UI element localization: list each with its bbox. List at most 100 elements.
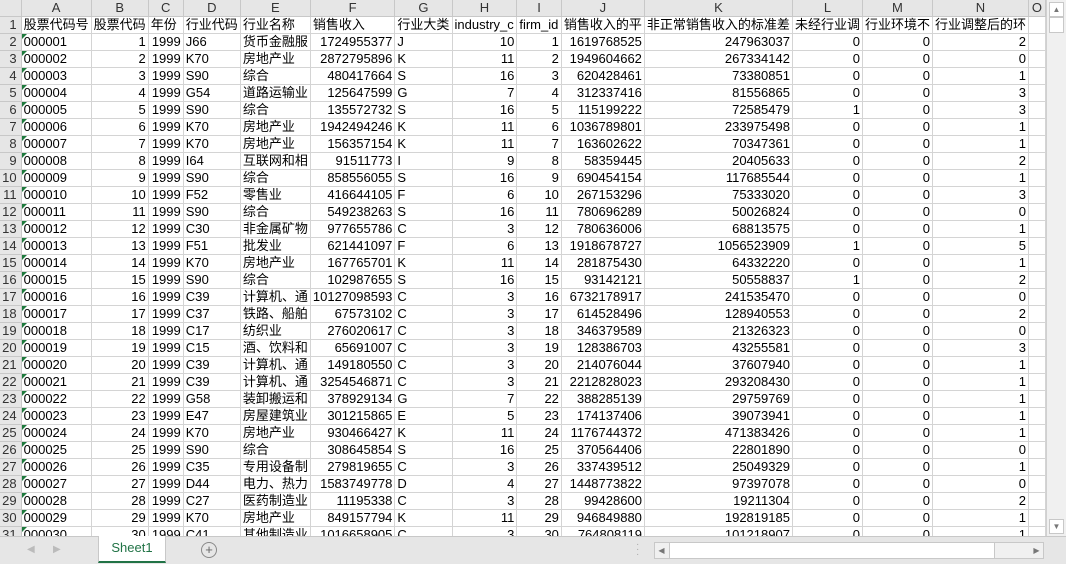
cell[interactable]: 28 [91, 492, 149, 510]
cell[interactable]: 1999 [148, 220, 184, 238]
cell[interactable]: C39 [183, 288, 241, 306]
cell[interactable]: G [394, 84, 453, 102]
cell[interactable]: 0 [932, 203, 1029, 221]
cell[interactable]: 000018 [21, 322, 92, 340]
cell[interactable]: 16 [452, 271, 518, 289]
cell[interactable]: 0 [862, 203, 933, 221]
cell[interactable]: 0 [862, 509, 933, 527]
cell[interactable]: 1 [91, 33, 149, 51]
cell[interactable]: 12 [91, 220, 149, 238]
cell[interactable]: 50026824 [644, 203, 793, 221]
cell[interactable]: 9 [91, 169, 149, 187]
cell[interactable]: 1999 [148, 407, 184, 425]
cell[interactable]: 21326323 [644, 322, 793, 340]
cell[interactable]: 301215865 [310, 407, 396, 425]
cell[interactable]: 29 [91, 509, 149, 527]
cell[interactable]: 5 [516, 101, 562, 119]
cell[interactable]: 281875430 [561, 254, 645, 272]
cell[interactable] [1028, 169, 1046, 187]
column-header-i[interactable]: I [516, 0, 562, 17]
row-header[interactable]: 28 [0, 475, 22, 493]
cell[interactable] [1028, 33, 1046, 51]
cell[interactable]: 247963037 [644, 33, 793, 51]
cell[interactable]: 0 [862, 441, 933, 459]
cell[interactable]: 43255581 [644, 339, 793, 357]
cell[interactable]: 27 [516, 475, 562, 493]
cell[interactable]: 房地产业 [240, 50, 311, 68]
cell[interactable]: 1999 [148, 492, 184, 510]
cell[interactable]: 房屋建筑业 [240, 407, 311, 425]
cell[interactable]: 5 [932, 237, 1029, 255]
cell[interactable]: 1999 [148, 373, 184, 391]
cell[interactable]: 3 [452, 288, 518, 306]
cell[interactable]: S90 [183, 203, 241, 221]
cell[interactable]: 370564406 [561, 441, 645, 459]
cell[interactable]: 0 [792, 424, 863, 442]
cell[interactable]: 11 [452, 135, 518, 153]
header-cell[interactable]: 年份 [148, 16, 184, 34]
row-header[interactable]: 17 [0, 288, 22, 306]
cell[interactable] [1028, 509, 1046, 527]
cell[interactable]: 0 [792, 118, 863, 136]
cell[interactable]: 0 [862, 339, 933, 357]
cell[interactable]: 10 [452, 33, 518, 51]
vertical-scroll-thumb[interactable] [1049, 17, 1064, 33]
cell[interactable]: 道路运输业 [240, 84, 311, 102]
cell[interactable]: 378929134 [310, 390, 396, 408]
cell[interactable]: 7 [452, 390, 518, 408]
cell[interactable]: 50558837 [644, 271, 793, 289]
column-header-m[interactable]: M [862, 0, 933, 17]
row-header[interactable]: 5 [0, 84, 22, 102]
cell[interactable]: 10 [516, 186, 562, 204]
cell[interactable]: 39073941 [644, 407, 793, 425]
cell[interactable]: 6 [516, 118, 562, 136]
cell[interactable]: 0 [862, 186, 933, 204]
cell[interactable]: 1724955377 [310, 33, 396, 51]
cell[interactable]: 000016 [21, 288, 92, 306]
cell[interactable]: 1 [932, 118, 1029, 136]
cell[interactable]: 388285139 [561, 390, 645, 408]
cell[interactable]: 1 [932, 458, 1029, 476]
cell[interactable]: 电力、热力 [240, 475, 311, 493]
cell[interactable]: 2 [516, 50, 562, 68]
cell[interactable]: 计算机、通 [240, 373, 311, 391]
cell[interactable]: 3 [452, 339, 518, 357]
cell[interactable]: 1999 [148, 339, 184, 357]
cell[interactable]: 68813575 [644, 220, 793, 238]
cell[interactable]: 11 [452, 118, 518, 136]
cell[interactable]: 000008 [21, 152, 92, 170]
cell[interactable]: 000030 [21, 526, 92, 536]
next-sheet-icon[interactable]: ▶ [53, 544, 61, 555]
cell[interactable]: K70 [183, 50, 241, 68]
cell[interactable]: K70 [183, 118, 241, 136]
cell[interactable]: 7 [91, 135, 149, 153]
cell[interactable]: 163602622 [561, 135, 645, 153]
cell[interactable]: 135572732 [310, 101, 396, 119]
cell[interactable]: 货币金融服 [240, 33, 311, 51]
cell[interactable]: 0 [792, 135, 863, 153]
cell[interactable]: 0 [792, 441, 863, 459]
cell[interactable]: 1999 [148, 475, 184, 493]
cell[interactable]: C30 [183, 220, 241, 238]
cell[interactable]: 装卸搬运和 [240, 390, 311, 408]
cell[interactable]: 2 [932, 152, 1029, 170]
cell[interactable]: 1999 [148, 322, 184, 340]
cell[interactable]: K70 [183, 254, 241, 272]
row-header[interactable]: 27 [0, 458, 22, 476]
cell[interactable]: C [394, 526, 453, 536]
cell[interactable] [1028, 254, 1046, 272]
cell[interactable]: 0 [862, 458, 933, 476]
cell[interactable]: 8 [516, 152, 562, 170]
cell[interactable]: 1999 [148, 118, 184, 136]
cell[interactable]: 0 [792, 475, 863, 493]
cell[interactable]: 1 [932, 169, 1029, 187]
cell[interactable]: 3 [516, 67, 562, 85]
cell[interactable]: K [394, 254, 453, 272]
cell[interactable]: 1 [792, 237, 863, 255]
cell[interactable]: 0 [862, 118, 933, 136]
cell[interactable]: 930466427 [310, 424, 396, 442]
cell[interactable]: 000010 [21, 186, 92, 204]
cell[interactable]: 3 [452, 220, 518, 238]
cell[interactable]: 7 [452, 84, 518, 102]
cell[interactable]: 房地产业 [240, 424, 311, 442]
